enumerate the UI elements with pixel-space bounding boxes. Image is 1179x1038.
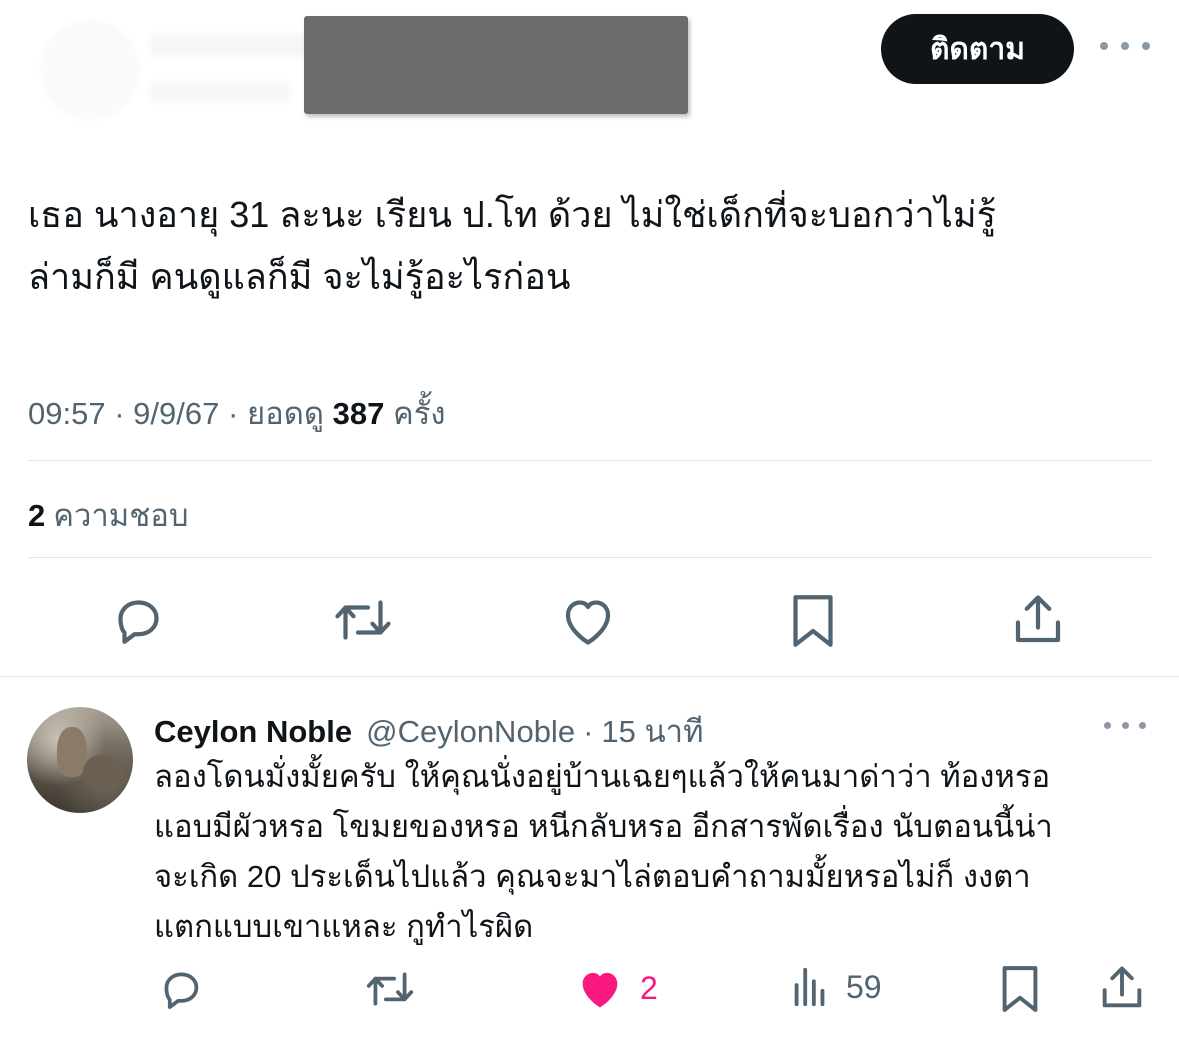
reply-views-count: 59 xyxy=(846,968,882,1005)
views-bar-chart-icon xyxy=(794,967,825,1007)
bookmark-icon xyxy=(1002,966,1038,1012)
likes-label: ความชอบ xyxy=(53,498,189,533)
reply-text-line: แอบมีผัวหรอ โขมยของหรอ หนีกลับหรอ อีกสาร… xyxy=(154,809,1053,844)
reply-retweet-button[interactable] xyxy=(362,964,418,1014)
bookmark-icon xyxy=(793,595,833,647)
meta-separator: · xyxy=(114,396,125,431)
tweet-date[interactable]: 9/9/67 xyxy=(133,396,219,431)
share-icon xyxy=(1015,595,1061,643)
divider xyxy=(28,557,1152,558)
redaction-box xyxy=(304,16,688,114)
tweet-text: เธอ นางอายุ 31 ละนะ เรียน ป.โท ด้วย ไม่ใ… xyxy=(28,184,1148,308)
author-handle-blurred xyxy=(150,82,290,102)
views-label: ยอดดู xyxy=(246,396,324,431)
reply-icon xyxy=(118,600,159,644)
reply-text-line: แตกแบบเขาแหละ กูทำไรผิด xyxy=(154,909,534,944)
reply-text: ลองโดนมั่งมั้ยครับ ให้คุณนั่งอยู่บ้านเฉย… xyxy=(154,752,1164,952)
tweet-text-line: ล่ามก็มี คนดูแลก็มี จะไม่รู้อะไรก่อน xyxy=(28,256,571,297)
reply-share-button[interactable] xyxy=(1098,962,1146,1014)
reply-bookmark-button[interactable] xyxy=(998,962,1042,1016)
tweet-time[interactable]: 09:57 xyxy=(28,396,106,431)
retweet-button[interactable] xyxy=(330,590,396,650)
like-button[interactable] xyxy=(558,592,618,648)
retweet-icon xyxy=(335,600,391,640)
reply-text-line: จะเกิด 20 ประเด็นไปแล้ว คุณจะมาไล่ตอบคำถ… xyxy=(154,859,1031,894)
retweet-icon xyxy=(366,972,414,1006)
author-avatar[interactable] xyxy=(40,20,140,120)
share-icon xyxy=(1102,966,1142,1008)
reply-reply-button[interactable] xyxy=(156,964,206,1014)
avatar-cat-shape xyxy=(83,755,119,789)
more-options-icon[interactable] xyxy=(1100,36,1150,56)
bookmark-button[interactable] xyxy=(788,590,838,652)
meta-separator: · xyxy=(227,396,239,431)
likes-count: 2 xyxy=(28,498,46,533)
reply-author-name[interactable]: Ceylon Noble xyxy=(154,714,352,750)
reply-views-button[interactable]: 59 xyxy=(788,964,882,1010)
reply-header: Ceylon Noble @CeylonNoble · 15 นาที xyxy=(154,706,704,756)
follow-button[interactable]: ติดตาม xyxy=(881,14,1074,84)
reply-button[interactable] xyxy=(108,590,168,650)
views-suffix: ครั้ง xyxy=(392,396,446,431)
reply-like-button[interactable]: 2 xyxy=(574,964,658,1012)
share-button[interactable] xyxy=(1010,590,1066,650)
author-name-blurred xyxy=(150,34,310,56)
tweet-text-line: เธอ นางอายุ 31 ละนะ เรียน ป.โท ด้วย ไม่ใ… xyxy=(28,194,996,235)
tweet-meta: 09:57 · 9/9/67 · ยอดดู 387 ครั้ง xyxy=(28,388,446,438)
divider xyxy=(28,460,1152,461)
views-count: 387 xyxy=(332,396,385,431)
liked-heart-icon xyxy=(582,972,618,1008)
reply-avatar[interactable] xyxy=(27,707,133,813)
reply-text-line: ลองโดนมั่งมั้ยครับ ให้คุณนั่งอยู่บ้านเฉย… xyxy=(154,759,1051,794)
reply-icon xyxy=(164,972,199,1009)
reply-like-count: 2 xyxy=(640,969,658,1006)
divider xyxy=(0,676,1179,677)
reply-more-options-icon[interactable] xyxy=(1104,718,1146,732)
reply-time[interactable]: 15 นาที xyxy=(601,706,703,756)
reply-author-handle[interactable]: @CeylonNoble xyxy=(366,714,575,750)
meta-separator: · xyxy=(583,714,594,749)
likes-summary[interactable]: 2 ความชอบ xyxy=(28,490,189,540)
like-icon xyxy=(565,600,611,645)
